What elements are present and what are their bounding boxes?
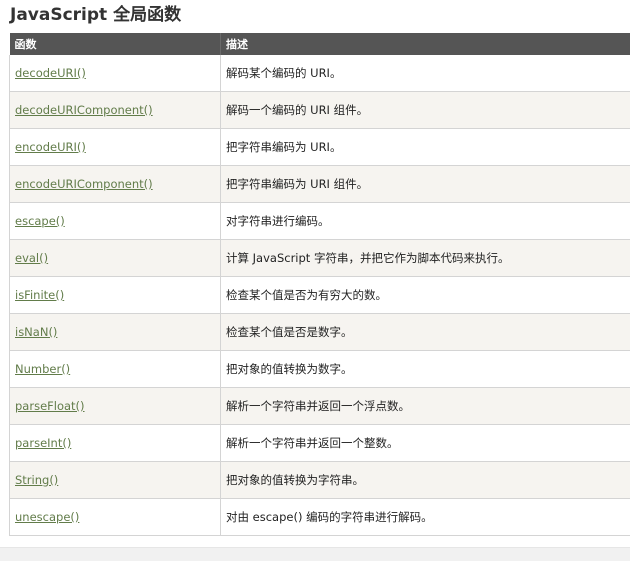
function-link-decodeuri[interactable]: decodeURI(): [15, 66, 86, 80]
function-link-number[interactable]: Number(): [15, 362, 70, 376]
functions-table: 函数 描述 decodeURI() 解码某个编码的 URI。 decodeURI…: [9, 33, 630, 536]
table-row: decodeURI() 解码某个编码的 URI。: [9, 55, 630, 92]
function-description: 把字符串编码为 URI。: [226, 140, 342, 154]
function-description: 计算 JavaScript 字符串，并把它作为脚本代码来执行。: [226, 251, 510, 265]
function-description: 检查某个值是否是数字。: [226, 325, 353, 339]
function-link-parseint[interactable]: parseInt(): [15, 436, 71, 450]
function-link-eval[interactable]: eval(): [15, 251, 48, 265]
function-link-encodeuri[interactable]: encodeURI(): [15, 140, 86, 154]
column-header-description: 描述: [220, 33, 630, 55]
function-link-parsefloat[interactable]: parseFloat(): [15, 399, 85, 413]
table-row: encodeURI() 把字符串编码为 URI。: [9, 128, 630, 166]
function-description: 解析一个字符串并返回一个浮点数。: [226, 399, 410, 413]
table-header-row: 函数 描述: [9, 33, 630, 55]
table-row: parseFloat() 解析一个字符串并返回一个浮点数。: [9, 387, 630, 425]
function-link-string[interactable]: String(): [15, 473, 58, 487]
function-link-encodeuricomponent[interactable]: encodeURIComponent(): [15, 177, 153, 191]
function-description: 把对象的值转换为数字。: [226, 362, 353, 376]
table-row: encodeURIComponent() 把字符串编码为 URI 组件。: [9, 165, 630, 203]
function-description: 把字符串编码为 URI 组件。: [226, 177, 369, 191]
table-row: Number() 把对象的值转换为数字。: [9, 350, 630, 388]
table-row: isFinite() 检查某个值是否为有穷大的数。: [9, 276, 630, 314]
table-row: String() 把对象的值转换为字符串。: [9, 461, 630, 499]
function-description: 检查某个值是否为有穷大的数。: [226, 288, 387, 302]
table-row: unescape() 对由 escape() 编码的字符串进行解码。: [9, 498, 630, 536]
function-description: 解码一个编码的 URI 组件。: [226, 103, 369, 117]
page-title: JavaScript 全局函数: [10, 5, 182, 25]
table-row: decodeURIComponent() 解码一个编码的 URI 组件。: [9, 91, 630, 129]
function-link-unescape[interactable]: unescape(): [15, 510, 79, 524]
table-row: eval() 计算 JavaScript 字符串，并把它作为脚本代码来执行。: [9, 239, 630, 277]
function-description: 对由 escape() 编码的字符串进行解码。: [226, 510, 433, 524]
function-link-isnan[interactable]: isNaN(): [15, 325, 57, 339]
table-row: parseInt() 解析一个字符串并返回一个整数。: [9, 424, 630, 462]
function-description: 解析一个字符串并返回一个整数。: [226, 436, 399, 450]
table-row: isNaN() 检查某个值是否是数字。: [9, 313, 630, 351]
bottom-divider: [0, 547, 630, 561]
function-description: 解码某个编码的 URI。: [226, 66, 342, 80]
function-link-escape[interactable]: escape(): [15, 214, 65, 228]
column-header-function: 函数: [9, 33, 221, 55]
function-description: 对字符串进行编码。: [226, 214, 330, 228]
table-row: escape() 对字符串进行编码。: [9, 202, 630, 240]
function-link-decodeuricomponent[interactable]: decodeURIComponent(): [15, 103, 153, 117]
function-description: 把对象的值转换为字符串。: [226, 473, 364, 487]
page: JavaScript 全局函数 函数 描述 decodeURI() 解码某个编码…: [0, 0, 630, 561]
function-link-isfinite[interactable]: isFinite(): [15, 288, 64, 302]
